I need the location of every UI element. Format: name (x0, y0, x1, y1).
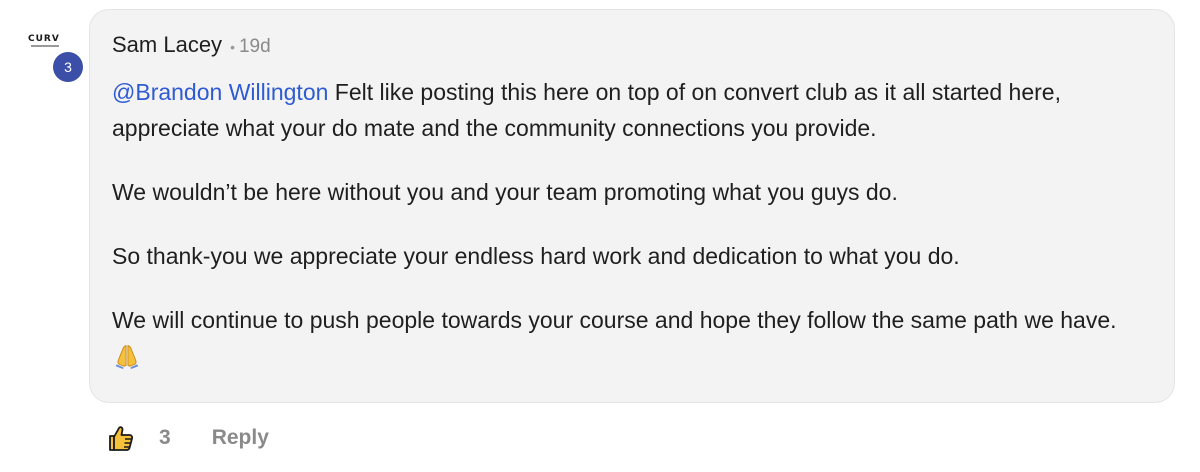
like-button[interactable] (106, 422, 136, 454)
thumbs-up-icon (109, 426, 134, 451)
comment-paragraph: So thank-you we appreciate your endless … (112, 243, 960, 269)
avatar[interactable]: CURV (22, 30, 72, 54)
user-mention[interactable]: @Brandon Willington (112, 79, 328, 105)
avatar-logo: CURV (28, 34, 60, 44)
folded-hands-icon (115, 345, 139, 370)
separator-dot: • (230, 39, 235, 55)
comment-paragraph: We will continue to push people towards … (112, 302, 1152, 374)
avatar-logo-subtext (31, 45, 59, 47)
like-count: 3 (159, 426, 171, 449)
level-badge: 3 (53, 52, 83, 82)
author-name[interactable]: Sam Lacey (112, 32, 222, 58)
reply-button[interactable]: Reply (212, 426, 269, 450)
paragraph-text: We will continue to push people towards … (112, 307, 1117, 333)
comment-actions: 3 Reply (106, 420, 269, 456)
comment-timestamp[interactable]: 19d (239, 36, 271, 58)
comment-bubble: Sam Lacey • 19d @Brandon Willington Felt… (89, 9, 1175, 403)
comment-header: Sam Lacey • 19d (112, 32, 271, 58)
comment-page: CURV 3 Sam Lacey • 19d @Brandon Willingt… (0, 0, 1200, 472)
comment-paragraph: @Brandon Willington Felt like posting th… (112, 74, 1152, 146)
comment-body: @Brandon Willington Felt like posting th… (112, 74, 1152, 402)
comment-paragraph: We wouldn’t be here without you and your… (112, 179, 898, 205)
